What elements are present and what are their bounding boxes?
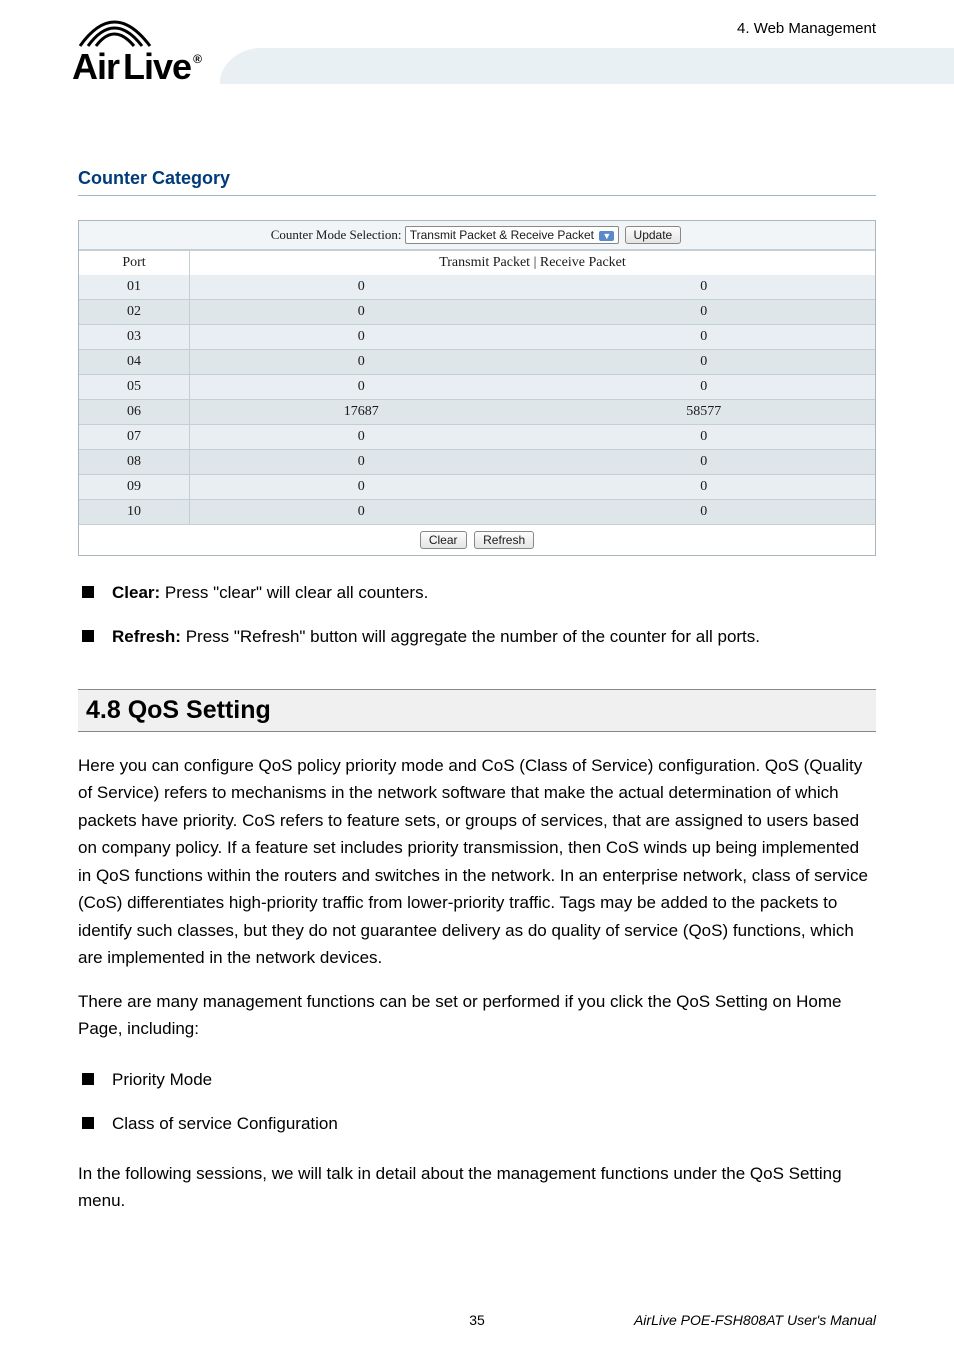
clear-text: Press "clear" will clear all counters. [160, 583, 428, 602]
counter-category-heading: Counter Category [78, 160, 876, 196]
manual-title: AirLive POE-FSH808AT User's Manual [610, 1312, 876, 1328]
cell-port: 04 [79, 350, 190, 374]
brand-text-b: Live [123, 46, 191, 88]
cell-rx: 0 [533, 325, 876, 349]
cell-port: 05 [79, 375, 190, 399]
cell-tx: 0 [190, 275, 533, 299]
cell-rx: 58577 [533, 400, 876, 424]
bullet-refresh: Refresh: Press "Refresh" button will agg… [78, 624, 876, 650]
counter-table: Counter Mode Selection: Transmit Packet … [78, 220, 876, 556]
header-swoosh-icon [220, 48, 954, 120]
cell-rx: 0 [533, 475, 876, 499]
cell-rx: 0 [533, 425, 876, 449]
update-button[interactable]: Update [625, 226, 682, 244]
chevron-down-icon: ▼ [599, 231, 614, 241]
cell-tx: 0 [190, 325, 533, 349]
logo-arcs-icon [78, 16, 158, 48]
table-row: 061768758577 [79, 399, 875, 424]
table-row: 0300 [79, 324, 875, 349]
cell-tx: 0 [190, 300, 533, 324]
page-number: 35 [344, 1312, 610, 1328]
cell-rx: 0 [533, 375, 876, 399]
cell-rx: 0 [533, 350, 876, 374]
chapter-label: 4. Web Management [737, 20, 876, 37]
page-header: Air Live ® 4. Web Management [0, 0, 954, 130]
col-right: Transmit Packet | Receive Packet [190, 251, 875, 275]
table-row: 0900 [79, 474, 875, 499]
table-row: 0200 [79, 299, 875, 324]
qos-title: 4.8 QoS Setting [86, 696, 868, 725]
table-row: 1000 [79, 499, 875, 524]
cell-rx: 0 [533, 450, 876, 474]
refresh-text: Press "Refresh" button will aggregate th… [181, 627, 760, 646]
table-row: 0400 [79, 349, 875, 374]
clear-button[interactable]: Clear [420, 531, 467, 549]
opt-cos-config: Class of service Configuration [78, 1111, 876, 1137]
table-row: 0100 [79, 275, 875, 299]
table-row: 0700 [79, 424, 875, 449]
refresh-label: Refresh: [112, 627, 181, 646]
cell-port: 09 [79, 475, 190, 499]
brand-text-a: Air [72, 46, 119, 88]
cell-port: 07 [79, 425, 190, 449]
page-footer: 35 AirLive POE-FSH808AT User's Manual [78, 1312, 876, 1328]
cell-port: 01 [79, 275, 190, 299]
cell-port: 03 [79, 325, 190, 349]
cell-rx: 0 [533, 275, 876, 299]
mode-label: Counter Mode Selection: [271, 227, 402, 242]
qos-para-1: Here you can configure QoS policy priori… [78, 752, 876, 972]
qos-para-3: In the following sessions, we will talk … [78, 1160, 876, 1215]
table-row: 0500 [79, 374, 875, 399]
cell-rx: 0 [533, 300, 876, 324]
cell-port: 10 [79, 500, 190, 524]
table-header-row: Port Transmit Packet | Receive Packet [79, 250, 875, 275]
table-row: 0800 [79, 449, 875, 474]
col-port: Port [79, 251, 190, 275]
cell-port: 02 [79, 300, 190, 324]
refresh-button[interactable]: Refresh [474, 531, 534, 549]
cell-port: 06 [79, 400, 190, 424]
cell-tx: 0 [190, 425, 533, 449]
cell-tx: 0 [190, 450, 533, 474]
cell-tx: 0 [190, 350, 533, 374]
cell-tx: 0 [190, 475, 533, 499]
cell-tx: 0 [190, 375, 533, 399]
clear-label: Clear: [112, 583, 160, 602]
cell-port: 08 [79, 450, 190, 474]
brand-logo: Air Live ® [72, 16, 201, 88]
description-bullets: Clear: Press "clear" will clear all coun… [78, 580, 876, 651]
qos-section-heading: 4.8 QoS Setting [78, 689, 876, 732]
bullet-clear: Clear: Press "clear" will clear all coun… [78, 580, 876, 606]
table-button-row: Clear Refresh [79, 524, 875, 555]
cell-rx: 0 [533, 500, 876, 524]
cell-tx: 17687 [190, 400, 533, 424]
qos-para-2: There are many management functions can … [78, 988, 876, 1043]
registered-mark: ® [193, 52, 201, 66]
qos-options-list: Priority Mode Class of service Configura… [78, 1067, 876, 1138]
opt-priority-mode: Priority Mode [78, 1067, 876, 1093]
cell-tx: 0 [190, 500, 533, 524]
counter-mode-select[interactable]: Transmit Packet & Receive Packet ▼ [405, 226, 620, 244]
mode-select-value: Transmit Packet & Receive Packet [410, 228, 594, 242]
counter-mode-row: Counter Mode Selection: Transmit Packet … [79, 221, 875, 250]
